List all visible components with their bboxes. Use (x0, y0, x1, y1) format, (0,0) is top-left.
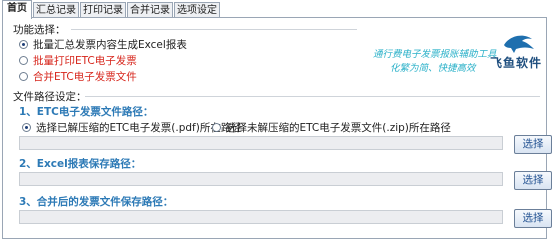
dolphin-icon (504, 35, 534, 53)
option-label: 选择未解压缩的ETC电子发票文件(.zip)所在路径 (226, 122, 451, 134)
excel-path-choose-button[interactable]: 选择 (514, 171, 552, 190)
merged-path-choose-button[interactable]: 选择 (514, 209, 552, 228)
path-group-title: 文件路径设定： (13, 91, 87, 103)
merged-path-title: 3、合并后的发票文件保存路径： (19, 196, 174, 208)
group-divider (71, 29, 357, 30)
tab-bar: 首页 汇总记录 打印记录 合并记录 选项设定 (0, 0, 556, 19)
tab-settings[interactable]: 选项设定 (174, 2, 220, 17)
radio-button[interactable] (19, 72, 28, 81)
etc-path-choose-button[interactable]: 选择 (514, 135, 552, 154)
option-label: 批量汇总发票内容生成Excel报表 (33, 39, 187, 51)
radio-button[interactable] (19, 56, 28, 65)
tab-home[interactable]: 首页 (2, 0, 32, 19)
function-group-title: 功能选择： (13, 24, 66, 36)
excel-path-input[interactable] (19, 172, 503, 186)
radio-button[interactable] (19, 40, 28, 49)
tab-summary-records[interactable]: 汇总记录 (33, 2, 79, 17)
radio-button[interactable] (22, 123, 31, 132)
tab-print-records[interactable]: 打印记录 (80, 2, 126, 17)
brand-name: 飞鱼软件 (490, 56, 543, 70)
merged-path-input[interactable] (19, 210, 503, 224)
group-divider (85, 96, 540, 97)
option-label: 选择已解压缩的ETC电子发票(.pdf)所在路径 (36, 122, 242, 134)
excel-path-title: 2、Excel报表保存路径： (19, 158, 142, 170)
slogan-line-2: 化繁为简、快捷高效 (390, 63, 476, 74)
slogan-line-1: 通行费电子发票报账辅助工具 (373, 49, 497, 60)
home-panel: 功能选择： 批量汇总发票内容生成Excel报表 批量打印ETC电子发票 合并ET… (2, 17, 552, 239)
etc-path-input[interactable] (19, 136, 503, 150)
tab-merge-records[interactable]: 合并记录 (127, 2, 173, 17)
option-label: 批量打印ETC电子发票 (33, 55, 137, 67)
radio-button[interactable] (212, 123, 221, 132)
etc-path-title: 1、ETC电子发票文件路径： (19, 106, 154, 118)
option-label: 合并ETC电子发票文件 (33, 71, 137, 83)
